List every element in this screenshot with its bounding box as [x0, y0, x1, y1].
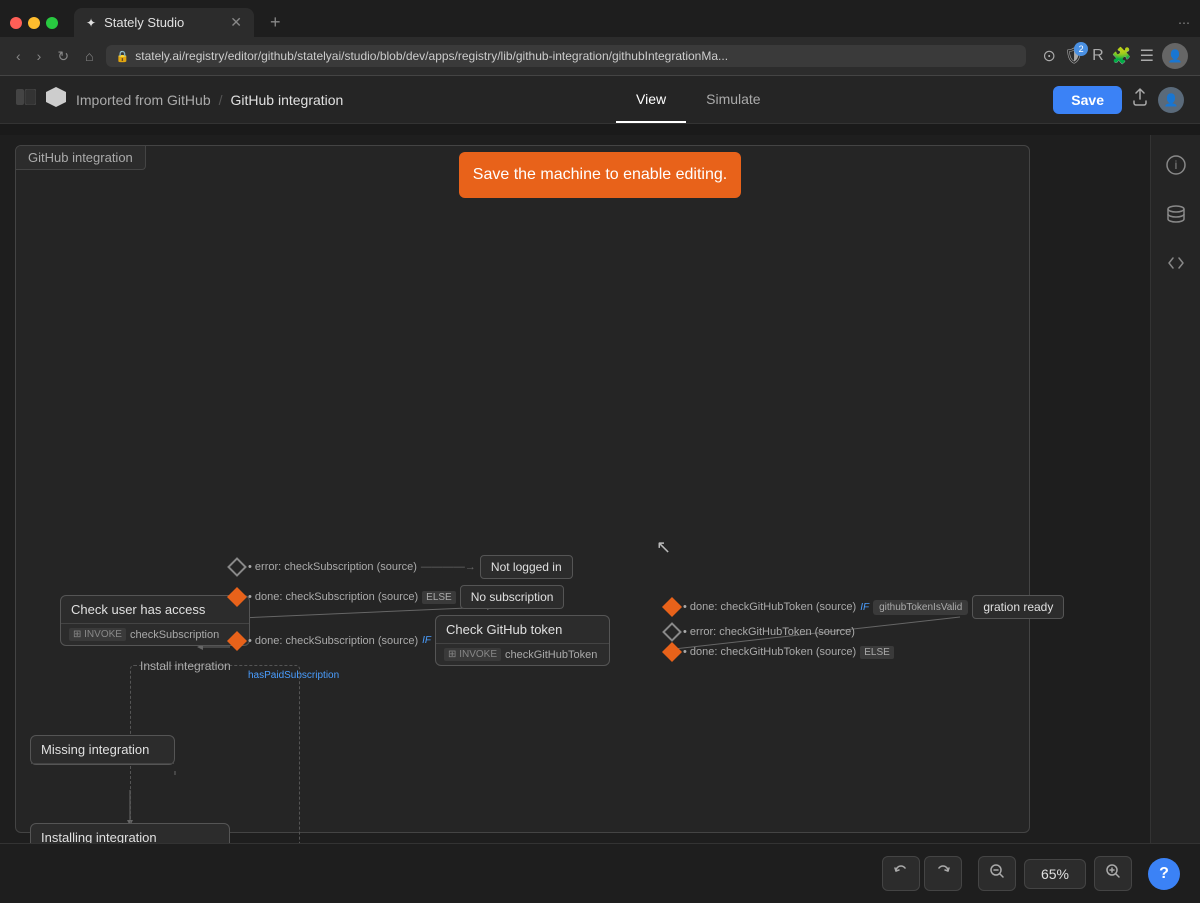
- menu-button[interactable]: ☰: [1140, 46, 1154, 66]
- node-title-check-user: Check user has access: [61, 596, 249, 624]
- paid-condition-label: hasPaidSubscription: [248, 670, 610, 681]
- github-token-condition: githubTokenIsValid: [873, 600, 968, 615]
- transition-label-github-else: • done: checkGitHubToken (source): [683, 646, 856, 658]
- breadcrumb-separator: /: [219, 92, 223, 108]
- cast-button[interactable]: ⊙: [1042, 46, 1055, 66]
- transition-label-github-done: • done: checkGitHubToken (source): [683, 601, 856, 613]
- right-panel: i: [1150, 135, 1200, 843]
- node-invoke-check-user: ⊞ INVOKE checkSubscription: [61, 624, 249, 645]
- transition-done-if-paid: • done: checkSubscription (source) IF Ch…: [230, 615, 610, 666]
- avatar[interactable]: 👤: [1162, 43, 1188, 69]
- shield-extension-button[interactable]: 🛡 2: [1064, 46, 1084, 66]
- window-controls-right: ⋯: [1178, 16, 1190, 30]
- minimize-window-btn[interactable]: [28, 17, 40, 29]
- lock-icon: 🔒: [116, 50, 130, 63]
- traffic-lights: [10, 17, 58, 29]
- node-title-missing-integration: Missing integration: [31, 736, 174, 764]
- breadcrumb-current: GitHub integration: [231, 92, 344, 108]
- invoke-icon: ⊞ INVOKE: [69, 628, 126, 641]
- state-node-installing-integration[interactable]: Installing integration ⊞ INVOKE installG…: [30, 823, 230, 843]
- if-badge: IF: [422, 635, 431, 646]
- close-window-btn[interactable]: [10, 17, 22, 29]
- state-pill-not-logged-in[interactable]: Not logged in: [480, 555, 573, 579]
- home-button[interactable]: ⌂: [81, 46, 97, 66]
- undo-button[interactable]: [882, 856, 920, 891]
- address-bar: ‹ › ↻ ⌂ 🔒 stately.ai/registry/editor/git…: [0, 37, 1200, 75]
- breadcrumb: Imported from GitHub / GitHub integratio…: [76, 92, 343, 108]
- state-machine-canvas[interactable]: GitHub integration Ch: [0, 135, 1200, 843]
- install-integration-label: Install integration: [140, 659, 231, 673]
- node-title-installing-integration: Installing integration: [31, 824, 229, 843]
- transition-done-else: • done: checkSubscription (source) ELSE …: [230, 585, 610, 609]
- new-tab-button[interactable]: +: [262, 8, 289, 37]
- undo-redo-group: [882, 856, 962, 891]
- zoom-out-button[interactable]: [978, 856, 1016, 891]
- browser-chrome: ✦ Stately Studio ✕ + ⋯ ‹ › ↻ ⌂ 🔒 stately…: [0, 0, 1200, 76]
- back-button[interactable]: ‹: [12, 46, 25, 66]
- info-panel-button[interactable]: i: [1158, 147, 1194, 188]
- transition-label-github-error: • error: checkGitHubToken (source): [683, 626, 855, 638]
- reload-button[interactable]: ↻: [53, 46, 73, 67]
- transition-label-error: • error: checkSubscription (source): [248, 561, 417, 573]
- state-node-check-user[interactable]: Check user has access ⊞ INVOKE checkSubs…: [60, 595, 250, 646]
- code-panel-button[interactable]: [1158, 245, 1194, 286]
- maximize-window-btn[interactable]: [46, 17, 58, 29]
- app-toolbar: Imported from GitHub / GitHub integratio…: [0, 76, 1200, 124]
- canvas-area[interactable]: GitHub integration Ch: [0, 135, 1200, 843]
- transition-error-github: • error: checkGitHubToken (source): [665, 625, 1064, 639]
- tab-favicon-icon: ✦: [86, 16, 96, 30]
- else-badge-2: ELSE: [860, 646, 894, 659]
- svg-text:i: i: [1174, 158, 1177, 172]
- bottom-toolbar: 65% ?: [0, 843, 1200, 903]
- redo-button[interactable]: [924, 856, 962, 891]
- state-pill-integration-ready[interactable]: gration ready: [972, 595, 1064, 619]
- share-button[interactable]: [1130, 87, 1150, 112]
- if-badge-github: IF: [860, 602, 869, 613]
- data-panel-button[interactable]: [1158, 196, 1194, 237]
- state-node-check-github[interactable]: Check GitHub token ⊞ INVOKE checkGitHubT…: [435, 615, 610, 666]
- sidebar-toggle-button[interactable]: [16, 89, 36, 110]
- tab-simulate[interactable]: Simulate: [686, 77, 780, 123]
- transitions-group-check-sub: • error: checkSubscription (source) ————…: [230, 555, 610, 681]
- invoke-icon-2: ⊞ INVOKE: [444, 648, 501, 661]
- transition-error-check-sub: • error: checkSubscription (source) ————…: [230, 555, 610, 579]
- transition-label-done-else: • done: checkSubscription (source): [248, 591, 418, 603]
- logo-icon[interactable]: [44, 85, 68, 115]
- extensions-button[interactable]: 🧩: [1112, 46, 1132, 66]
- toolbar-actions: Save 👤: [1053, 86, 1184, 114]
- machine-label: GitHub integration: [16, 146, 146, 170]
- profile-button[interactable]: R: [1092, 47, 1104, 65]
- tab-title: Stately Studio: [104, 15, 184, 30]
- transition-done-github-else: • done: checkGitHubToken (source) ELSE: [665, 645, 1064, 659]
- tab-bar: ✦ Stately Studio ✕ + ⋯: [0, 0, 1200, 37]
- transitions-group-github-token: • done: checkGitHubToken (source) IF git…: [665, 595, 1064, 663]
- else-badge: ELSE: [422, 591, 456, 604]
- active-tab[interactable]: ✦ Stately Studio ✕: [74, 8, 254, 37]
- transition-label-done-if: • done: checkSubscription (source): [248, 635, 418, 647]
- shield-badge: 2: [1074, 42, 1088, 56]
- save-button[interactable]: Save: [1053, 86, 1122, 114]
- tab-close-button[interactable]: ✕: [230, 14, 242, 31]
- user-avatar[interactable]: 👤: [1158, 87, 1184, 113]
- node-invoke-check-github: ⊞ INVOKE checkGitHubToken: [436, 644, 609, 665]
- state-pill-no-subscription[interactable]: No subscription: [460, 585, 565, 609]
- help-button[interactable]: ?: [1148, 858, 1180, 890]
- zoom-in-button[interactable]: [1094, 856, 1132, 891]
- state-node-missing-integration[interactable]: Missing integration: [30, 735, 175, 765]
- node-title-check-github: Check GitHub token: [436, 616, 609, 644]
- tab-view[interactable]: View: [616, 77, 686, 123]
- invoke-service-check-user: checkSubscription: [130, 629, 219, 641]
- url-text: stately.ai/registry/editor/github/statel…: [135, 49, 728, 63]
- browser-actions: ⊙ 🛡 2 R 🧩 ☰ 👤: [1042, 43, 1188, 69]
- forward-button[interactable]: ›: [33, 46, 46, 66]
- toolbar-tabs: View Simulate: [616, 77, 781, 123]
- transition-done-github-if: • done: checkGitHubToken (source) IF git…: [665, 595, 1064, 619]
- url-field[interactable]: 🔒 stately.ai/registry/editor/github/stat…: [106, 45, 1027, 67]
- breadcrumb-parent[interactable]: Imported from GitHub: [76, 92, 211, 108]
- invoke-service-check-github: checkGitHubToken: [505, 649, 597, 661]
- zoom-level-display: 65%: [1024, 859, 1086, 889]
